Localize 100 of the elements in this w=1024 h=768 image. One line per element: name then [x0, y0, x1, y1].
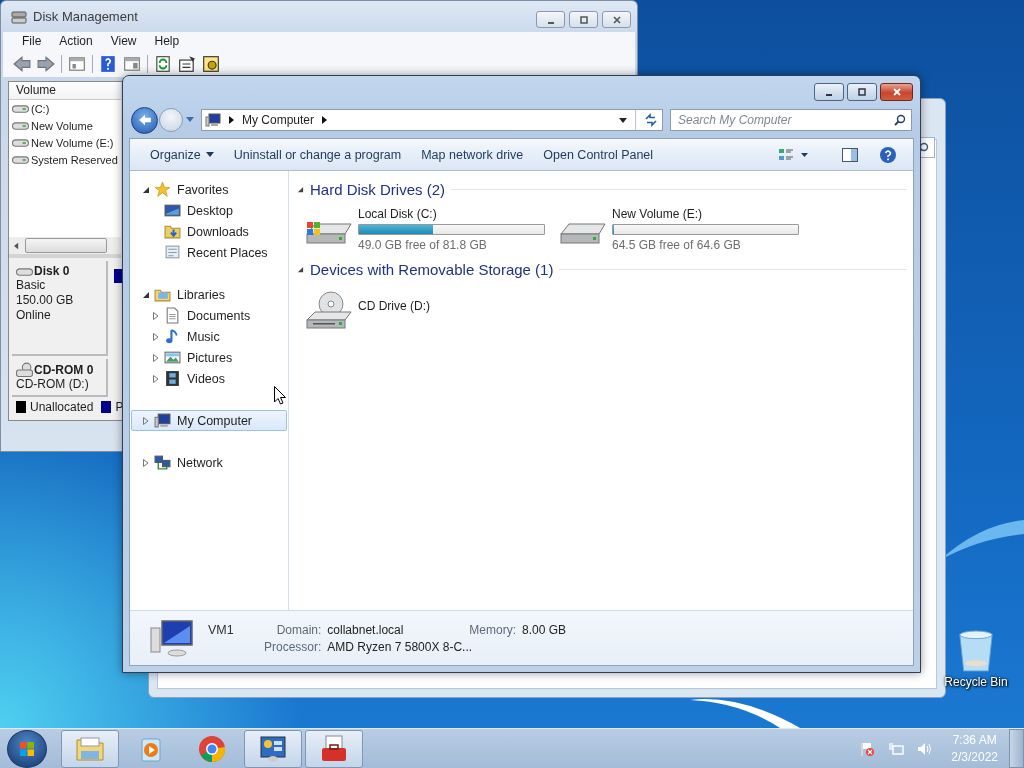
disk-management-icon [11, 8, 27, 25]
drive-icon [16, 265, 33, 277]
breadcrumb-arrow-icon[interactable] [322, 116, 328, 124]
free-space-text: 64.5 GB free of 64.6 GB [612, 237, 742, 253]
taskbar-button[interactable] [61, 729, 119, 768]
view-options-icon[interactable] [777, 146, 809, 163]
minimize-button[interactable] [536, 11, 565, 28]
computer-name: VM1 [208, 622, 235, 637]
collapse-arrow-icon[interactable] [297, 265, 304, 273]
mouse-pointer-icon [274, 386, 286, 405]
detail-value: AMD Ryzen 7 5800X 8-C... [327, 639, 474, 654]
detail-value: collabnet.local [327, 622, 405, 637]
drive-icon [12, 120, 29, 131]
computer-icon [148, 618, 196, 658]
recent-places-icon [164, 244, 181, 261]
settings-icon[interactable] [202, 55, 220, 73]
back-button[interactable] [131, 106, 158, 134]
nav-item[interactable]: Desktop [131, 200, 287, 221]
drive-name: CD Drive (D:) [358, 298, 430, 314]
control-panel-icon [258, 733, 288, 764]
nav-item[interactable]: Downloads [131, 221, 287, 242]
close-icon [891, 87, 902, 97]
legend-label: Unallocated [30, 400, 94, 414]
close-button[interactable] [602, 11, 631, 28]
table-cell: System Reserved [31, 153, 118, 166]
drive-name: New Volume (E:) [612, 206, 704, 222]
expand-arrow-icon[interactable] [142, 185, 150, 194]
preview-pane-icon[interactable] [841, 145, 859, 164]
properties-icon[interactable] [178, 55, 196, 73]
detail-label: Processor: [264, 639, 322, 654]
command-button[interactable]: Organize [140, 147, 224, 162]
detail-value: 8.00 GB [522, 622, 567, 637]
dropdown-arrow-icon[interactable] [619, 117, 627, 123]
forward-arrow-icon[interactable] [37, 55, 55, 73]
nav-item[interactable]: Favorites [131, 179, 287, 200]
cd-drive-icon [16, 362, 33, 377]
collapse-arrow-icon[interactable] [297, 185, 304, 193]
nav-item[interactable]: My Computer [131, 410, 287, 431]
table-cell: New Volume [31, 119, 93, 132]
drive-name: Local Disk (C:) [358, 206, 438, 222]
nav-item[interactable]: Recent Places [131, 242, 287, 263]
breadcrumb-arrow-icon[interactable] [229, 116, 234, 124]
star-icon [154, 181, 171, 198]
expand-arrow-icon[interactable] [142, 290, 150, 299]
nav-item[interactable]: Pictures [131, 347, 287, 368]
disk-property: Online [16, 308, 52, 323]
drive-tile[interactable]: New Volume (E:) 64.5 GB free of 64.6 GB [559, 204, 813, 253]
network-icon [154, 454, 171, 471]
help-icon[interactable] [99, 55, 117, 73]
table-cell: New Volume (E:) [31, 136, 114, 149]
desktop-icon[interactable]: Recycle Bin [942, 628, 1010, 689]
detail-label: Memory: [469, 622, 517, 637]
search-icon[interactable] [894, 114, 906, 126]
search-field[interactable]: Search My Computer [670, 109, 912, 131]
back-arrow-icon[interactable] [13, 55, 31, 73]
minimize-icon [547, 21, 554, 24]
command-button[interactable]: Map network drive [411, 147, 534, 162]
command-button[interactable]: Uninstall or change a program [223, 147, 412, 162]
disk-property: CD-ROM (D:) [16, 377, 90, 392]
menu-item[interactable]: View [101, 33, 146, 50]
nav-item[interactable]: Network [131, 452, 287, 473]
scrollbar[interactable] [9, 237, 121, 254]
scroll-left-icon[interactable] [14, 241, 19, 250]
refresh-icon[interactable] [154, 55, 172, 73]
group-header[interactable]: Hard Disk Drives (2) [310, 180, 445, 198]
back-arrow-icon [137, 113, 152, 127]
nav-item[interactable]: Libraries [131, 284, 287, 305]
drive-tile[interactable]: CD Drive (D:) [305, 284, 559, 330]
column-header[interactable]: Volume [9, 82, 121, 100]
console-tree-icon[interactable] [68, 55, 86, 73]
nav-item[interactable]: Music [131, 326, 287, 347]
address-bar[interactable]: My Computer [201, 109, 663, 131]
drive-icon [12, 154, 29, 165]
maximize-button[interactable] [847, 83, 877, 101]
pane-icon[interactable] [123, 55, 141, 73]
help-icon[interactable] [879, 145, 897, 164]
table-cell: (C:) [31, 102, 50, 115]
start-button[interactable] [7, 729, 47, 768]
detail-label: Domain: [275, 622, 322, 637]
close-button[interactable] [880, 83, 913, 101]
action-center-flag-icon[interactable] [859, 740, 876, 757]
menu-item[interactable]: Action [50, 33, 102, 50]
menu-item[interactable]: Help [145, 33, 189, 50]
taskbar-button[interactable] [244, 729, 302, 768]
group-header[interactable]: Devices with Removable Storage (1) [310, 260, 554, 278]
menu-item[interactable]: File [13, 33, 51, 50]
maximize-icon [578, 14, 589, 25]
disk-name: Disk 0 [34, 264, 70, 278]
refresh-icon[interactable] [644, 113, 658, 127]
nav-item[interactable]: Documents [131, 305, 287, 326]
taskbar-button[interactable] [305, 729, 363, 768]
minimize-button[interactable] [814, 83, 844, 101]
nav-item[interactable]: Videos [131, 368, 287, 389]
command-button[interactable]: Open Control Panel [533, 147, 664, 162]
document-icon [164, 307, 181, 324]
desktop-icon [164, 202, 181, 219]
maximize-button[interactable] [569, 11, 598, 28]
disk-name: CD-ROM 0 [34, 362, 94, 377]
drive-icon [12, 103, 29, 114]
drive-tile[interactable]: Local Disk (C:) 49.0 GB free of 81.8 GB [305, 204, 559, 253]
